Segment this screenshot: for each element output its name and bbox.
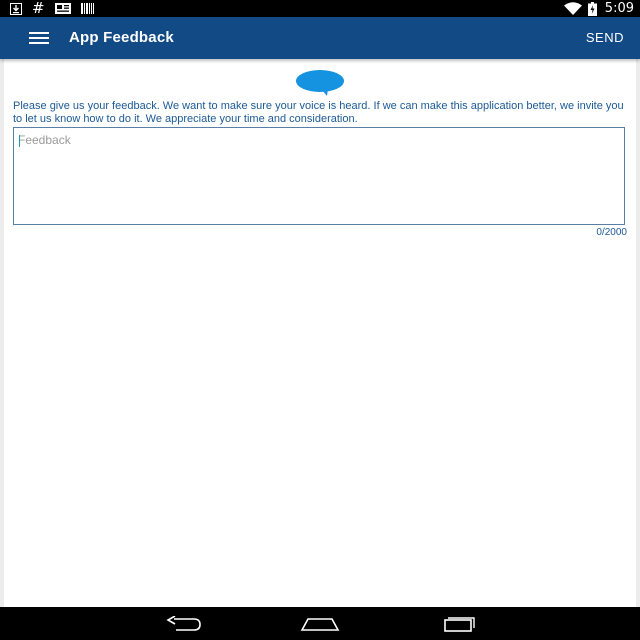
status-system: 5:09 [563,0,634,17]
hamburger-menu-icon [29,32,49,44]
speech-bubble-icon [296,70,344,96]
back-icon [166,615,201,631]
back-button[interactable] [160,607,208,640]
navigation-bar [0,607,640,640]
status-bar: # 5:09 [0,0,640,17]
status-time: 5:09 [604,1,634,16]
recents-button[interactable] [434,607,482,640]
device-screen: # 5:09 App Feedback SEND Please give us … [0,0,640,640]
app-bar: App Feedback SEND [0,17,640,59]
feedback-input[interactable] [14,128,624,224]
wifi-icon [563,0,582,17]
barcode-icon [80,0,94,17]
page-title: App Feedback [69,29,174,46]
intro-text: Please give us your feedback. We want to… [13,100,624,125]
menu-button[interactable] [22,26,56,50]
battery-charging-icon [587,0,597,17]
news-icon [54,0,71,17]
character-counter: 0/2000 [596,227,627,238]
text-cursor [19,135,20,147]
recents-icon [444,616,475,632]
home-icon [300,617,340,631]
home-button[interactable] [296,607,344,640]
status-notifications: # [10,0,94,17]
send-button[interactable]: SEND [586,17,624,59]
feedback-field[interactable] [13,127,625,225]
hash-icon: # [32,0,45,17]
feedback-content: Please give us your feedback. We want to… [4,59,636,607]
download-icon [10,0,22,17]
